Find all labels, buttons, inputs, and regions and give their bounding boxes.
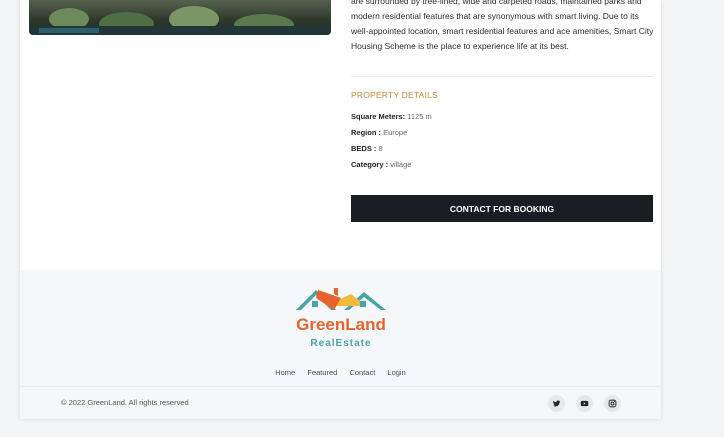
detail-value: Europe [383, 128, 408, 137]
logo-name: GreenLand [296, 315, 386, 334]
detail-label: Category : [351, 160, 389, 169]
footer-nav: Home Featured Contact Login [20, 368, 661, 377]
contact-for-booking-button[interactable]: CONTACT FOR BOOKING [351, 195, 653, 222]
copyright: © 2022 GreenLand. All rights reserved [61, 398, 189, 407]
footer: GreenLand RealEstate Home Featured Conta… [20, 270, 661, 419]
detail-region: Region : Europe [351, 128, 407, 137]
property-details-title: PROPERTY DETAILS [351, 90, 438, 100]
detail-beds: BEDS : 8 [351, 144, 383, 153]
detail-value: 8 [378, 144, 383, 153]
divider [351, 76, 653, 77]
detail-value: 1125 m [407, 112, 432, 121]
nav-link-contact[interactable]: Contact [349, 368, 375, 377]
nav-link-login[interactable]: Login [387, 368, 405, 377]
property-description: are surrounded by tree-lined, wide and c… [351, 0, 654, 51]
logo-tagline: RealEstate [310, 338, 372, 349]
nav-link-featured[interactable]: Featured [307, 368, 337, 377]
greenland-logo[interactable]: GreenLand RealEstate [286, 284, 396, 354]
nav-link-home[interactable]: Home [275, 368, 295, 377]
detail-category: Category : village [351, 160, 411, 169]
instagram-icon[interactable] [604, 395, 621, 412]
detail-label: Square Meters: [351, 112, 406, 121]
property-image [29, 0, 331, 35]
property-card: are surrounded by tree-lined, wide and c… [20, 0, 661, 419]
detail-value: village [390, 160, 412, 169]
detail-label: Region : [351, 128, 381, 137]
detail-label: BEDS : [351, 144, 377, 153]
footer-divider [20, 386, 661, 387]
youtube-icon[interactable] [576, 395, 593, 412]
twitter-icon[interactable] [548, 395, 565, 412]
detail-square-meters: Square Meters: 1125 m [351, 112, 432, 121]
